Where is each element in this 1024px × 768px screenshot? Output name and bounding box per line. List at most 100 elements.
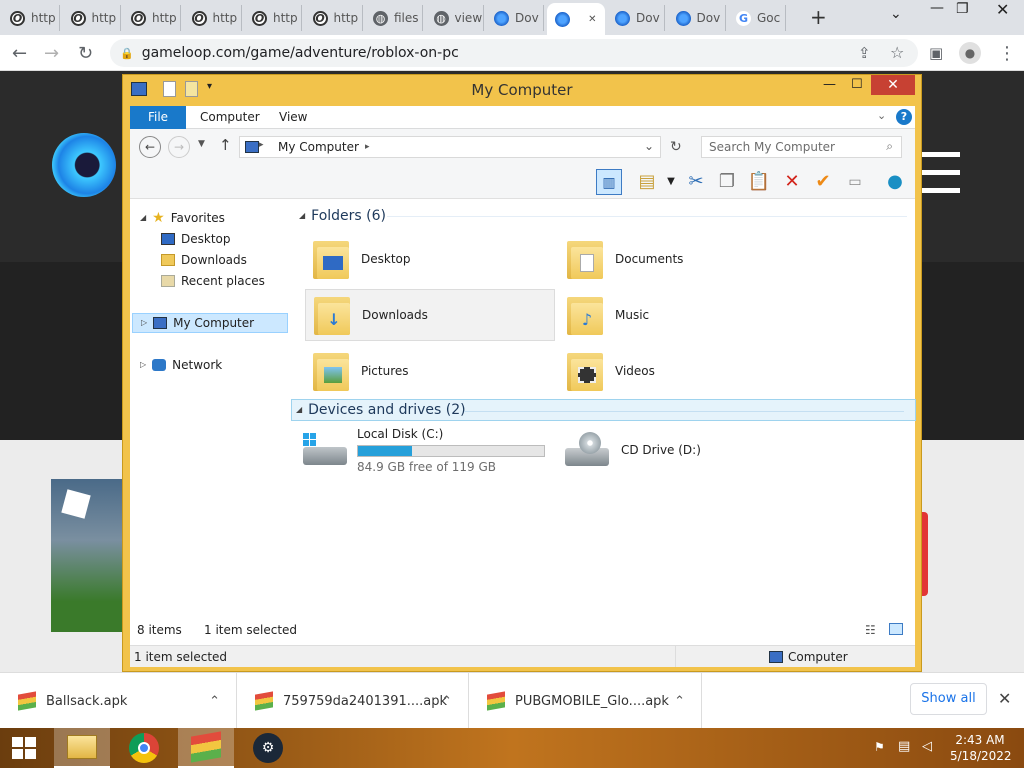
chevron-up-icon[interactable]: ⌃ <box>441 694 452 709</box>
browser-tab[interactable]: ◍ view <box>426 5 484 31</box>
chevron-up-icon[interactable]: ⌃ <box>209 694 220 709</box>
back-icon[interactable]: ← <box>12 43 27 64</box>
new-tab-button[interactable]: + <box>810 5 827 29</box>
check-icon[interactable]: ✔ <box>810 169 836 195</box>
gameloop-logo[interactable] <box>52 133 116 197</box>
tab-view[interactable]: View <box>279 106 307 129</box>
folder-music[interactable]: ♪ Music <box>559 289 809 341</box>
drive-local-disk[interactable]: Local Disk (C:) 84.9 GB free of 119 GB <box>301 427 545 474</box>
browser-tab[interactable]: G Goc <box>728 5 786 31</box>
search-input[interactable]: Search My Computer ⌕ <box>701 136 902 158</box>
dropdown-icon[interactable]: ⌄ <box>644 139 654 153</box>
nav-my-computer[interactable]: ▷ My Computer <box>132 313 288 333</box>
preview-pane-icon[interactable]: ▥ <box>596 169 622 195</box>
restore-icon[interactable]: ❐ <box>956 1 969 17</box>
details-view-icon[interactable]: ☷ <box>865 623 876 637</box>
browser-tab[interactable]: Ohttp <box>305 5 363 31</box>
hamburger-menu-icon[interactable] <box>922 152 960 157</box>
browser-tab[interactable]: Ohttp <box>63 5 121 31</box>
profile-avatar[interactable]: ● <box>959 42 981 64</box>
tab-computer[interactable]: Computer <box>200 106 260 129</box>
browser-tab[interactable]: Ohttp <box>2 5 60 31</box>
folder-downloads[interactable]: ↓ Downloads <box>305 289 555 341</box>
nav-recent-places[interactable]: Recent places <box>161 271 265 291</box>
expand-arrow-icon[interactable]: ▷ <box>140 355 146 375</box>
download-item[interactable]: 759759da2401391....apk ⌃ <box>237 673 469 729</box>
bookmark-star-icon[interactable]: ☆ <box>890 43 904 62</box>
breadcrumb-arrow-icon[interactable]: ▸ <box>259 140 264 150</box>
roblox-thumbnail[interactable] <box>51 479 123 632</box>
window-title-bar[interactable]: ▾ My Computer — ☐ ✕ <box>123 75 921 105</box>
folder-videos[interactable]: Videos <box>559 345 809 397</box>
paste-icon[interactable]: 📋 <box>746 169 772 195</box>
start-button[interactable] <box>0 728 48 768</box>
collapse-arrow-icon[interactable]: ◢ <box>140 208 146 228</box>
side-panel-icon[interactable]: ▣ <box>929 44 943 62</box>
devices-group-header[interactable]: ◢ Devices and drives (2) <box>291 399 916 421</box>
gameloop-icon <box>554 11 570 27</box>
browser-tab[interactable]: ◍ files <box>365 5 423 31</box>
folder-documents[interactable]: Documents <box>559 233 809 285</box>
minimize-icon[interactable]: — <box>930 0 944 16</box>
reload-icon[interactable]: ↻ <box>78 43 93 64</box>
url-bar[interactable]: 🔒 gameloop.com/game/adventure/roblox-on-… <box>110 39 918 67</box>
expand-ribbon-icon[interactable]: ⌄ <box>877 109 886 122</box>
window-minimize-icon[interactable]: — <box>823 77 836 92</box>
action-center-icon[interactable]: ⚑ <box>874 740 885 754</box>
expand-arrow-icon[interactable]: ▷ <box>141 313 147 333</box>
tab-close-icon[interactable]: ✕ <box>588 14 596 25</box>
check-folder-icon[interactable]: ▤ <box>634 169 660 195</box>
forward-icon[interactable]: → <box>44 43 59 64</box>
rename-icon[interactable]: ▭ <box>842 169 868 195</box>
tab-file[interactable]: File <box>130 106 186 129</box>
shell-icon[interactable]: ● <box>882 169 908 195</box>
browser-tab[interactable]: Dov <box>486 5 544 31</box>
close-icon[interactable]: ✕ <box>996 0 1009 19</box>
taskbar-steam[interactable]: ⚙ <box>240 728 296 768</box>
help-icon[interactable]: ? <box>896 109 912 125</box>
taskbar-bluestacks[interactable] <box>178 728 234 768</box>
browser-tab[interactable]: Ohttp <box>184 5 242 31</box>
chevron-up-icon[interactable]: ⌃ <box>674 694 685 709</box>
up-icon[interactable]: ↑ <box>219 136 232 154</box>
back-icon[interactable]: ← <box>139 136 161 158</box>
breadcrumb[interactable]: ▸ My Computer ▸ ⌄ <box>239 136 661 158</box>
share-icon[interactable]: ⇪ <box>858 44 871 62</box>
network-tray-icon[interactable]: ▤ <box>898 739 910 754</box>
breadcrumb-arrow-icon[interactable]: ▸ <box>365 142 370 152</box>
nav-downloads[interactable]: Downloads <box>161 250 247 270</box>
system-clock[interactable]: 2:43 AM 5/18/2022 <box>950 732 1012 764</box>
taskbar-file-explorer[interactable] <box>54 728 110 768</box>
folder-pictures[interactable]: Pictures <box>305 345 555 397</box>
breadcrumb-item[interactable]: My Computer <box>278 140 359 154</box>
drive-cd[interactable]: CD Drive (D:) <box>559 427 809 473</box>
copy-icon[interactable]: ❐ <box>714 169 740 195</box>
recent-locations-icon[interactable]: ▼ <box>198 139 205 149</box>
window-maximize-icon[interactable]: ☐ <box>851 77 863 92</box>
delete-icon[interactable]: ✕ <box>779 169 805 195</box>
browser-tab[interactable]: Dov <box>607 5 665 31</box>
browser-tab[interactable]: Ohttp <box>123 5 181 31</box>
nav-desktop[interactable]: Desktop <box>161 229 231 249</box>
large-icons-view-icon[interactable] <box>889 623 903 635</box>
show-all-button[interactable]: Show all <box>910 683 987 715</box>
download-item[interactable]: PUBGMOBILE_Glo....apk ⌃ <box>469 673 702 729</box>
browser-tab[interactable]: Ohttp <box>244 5 302 31</box>
taskbar-chrome[interactable] <box>116 728 172 768</box>
nav-favorites[interactable]: ◢ ★ Favorites <box>140 208 225 228</box>
nav-network[interactable]: ▷ Network <box>140 355 222 375</box>
close-downloads-icon[interactable]: ✕ <box>998 689 1011 708</box>
folder-desktop[interactable]: Desktop <box>305 233 555 285</box>
browser-tab[interactable]: ✕ <box>546 3 605 35</box>
menu-dots-icon[interactable]: ⋮ <box>998 43 1016 64</box>
download-item[interactable]: Ballsack.apk ⌃ <box>0 673 237 729</box>
cut-icon[interactable]: ✂ <box>683 169 709 195</box>
window-close-button[interactable]: ✕ <box>871 75 915 95</box>
browser-tab[interactable]: Dov <box>668 5 726 31</box>
toolbar-dropdown-icon[interactable]: ▼ <box>658 169 684 195</box>
forward-icon[interactable]: → <box>168 136 190 158</box>
folders-group-header[interactable]: ◢ Folders (6) <box>295 205 913 227</box>
refresh-icon[interactable]: ↻ <box>670 139 682 155</box>
volume-muted-icon[interactable]: ◁ <box>922 739 932 754</box>
tab-search-icon[interactable]: ⌄ <box>890 6 902 22</box>
